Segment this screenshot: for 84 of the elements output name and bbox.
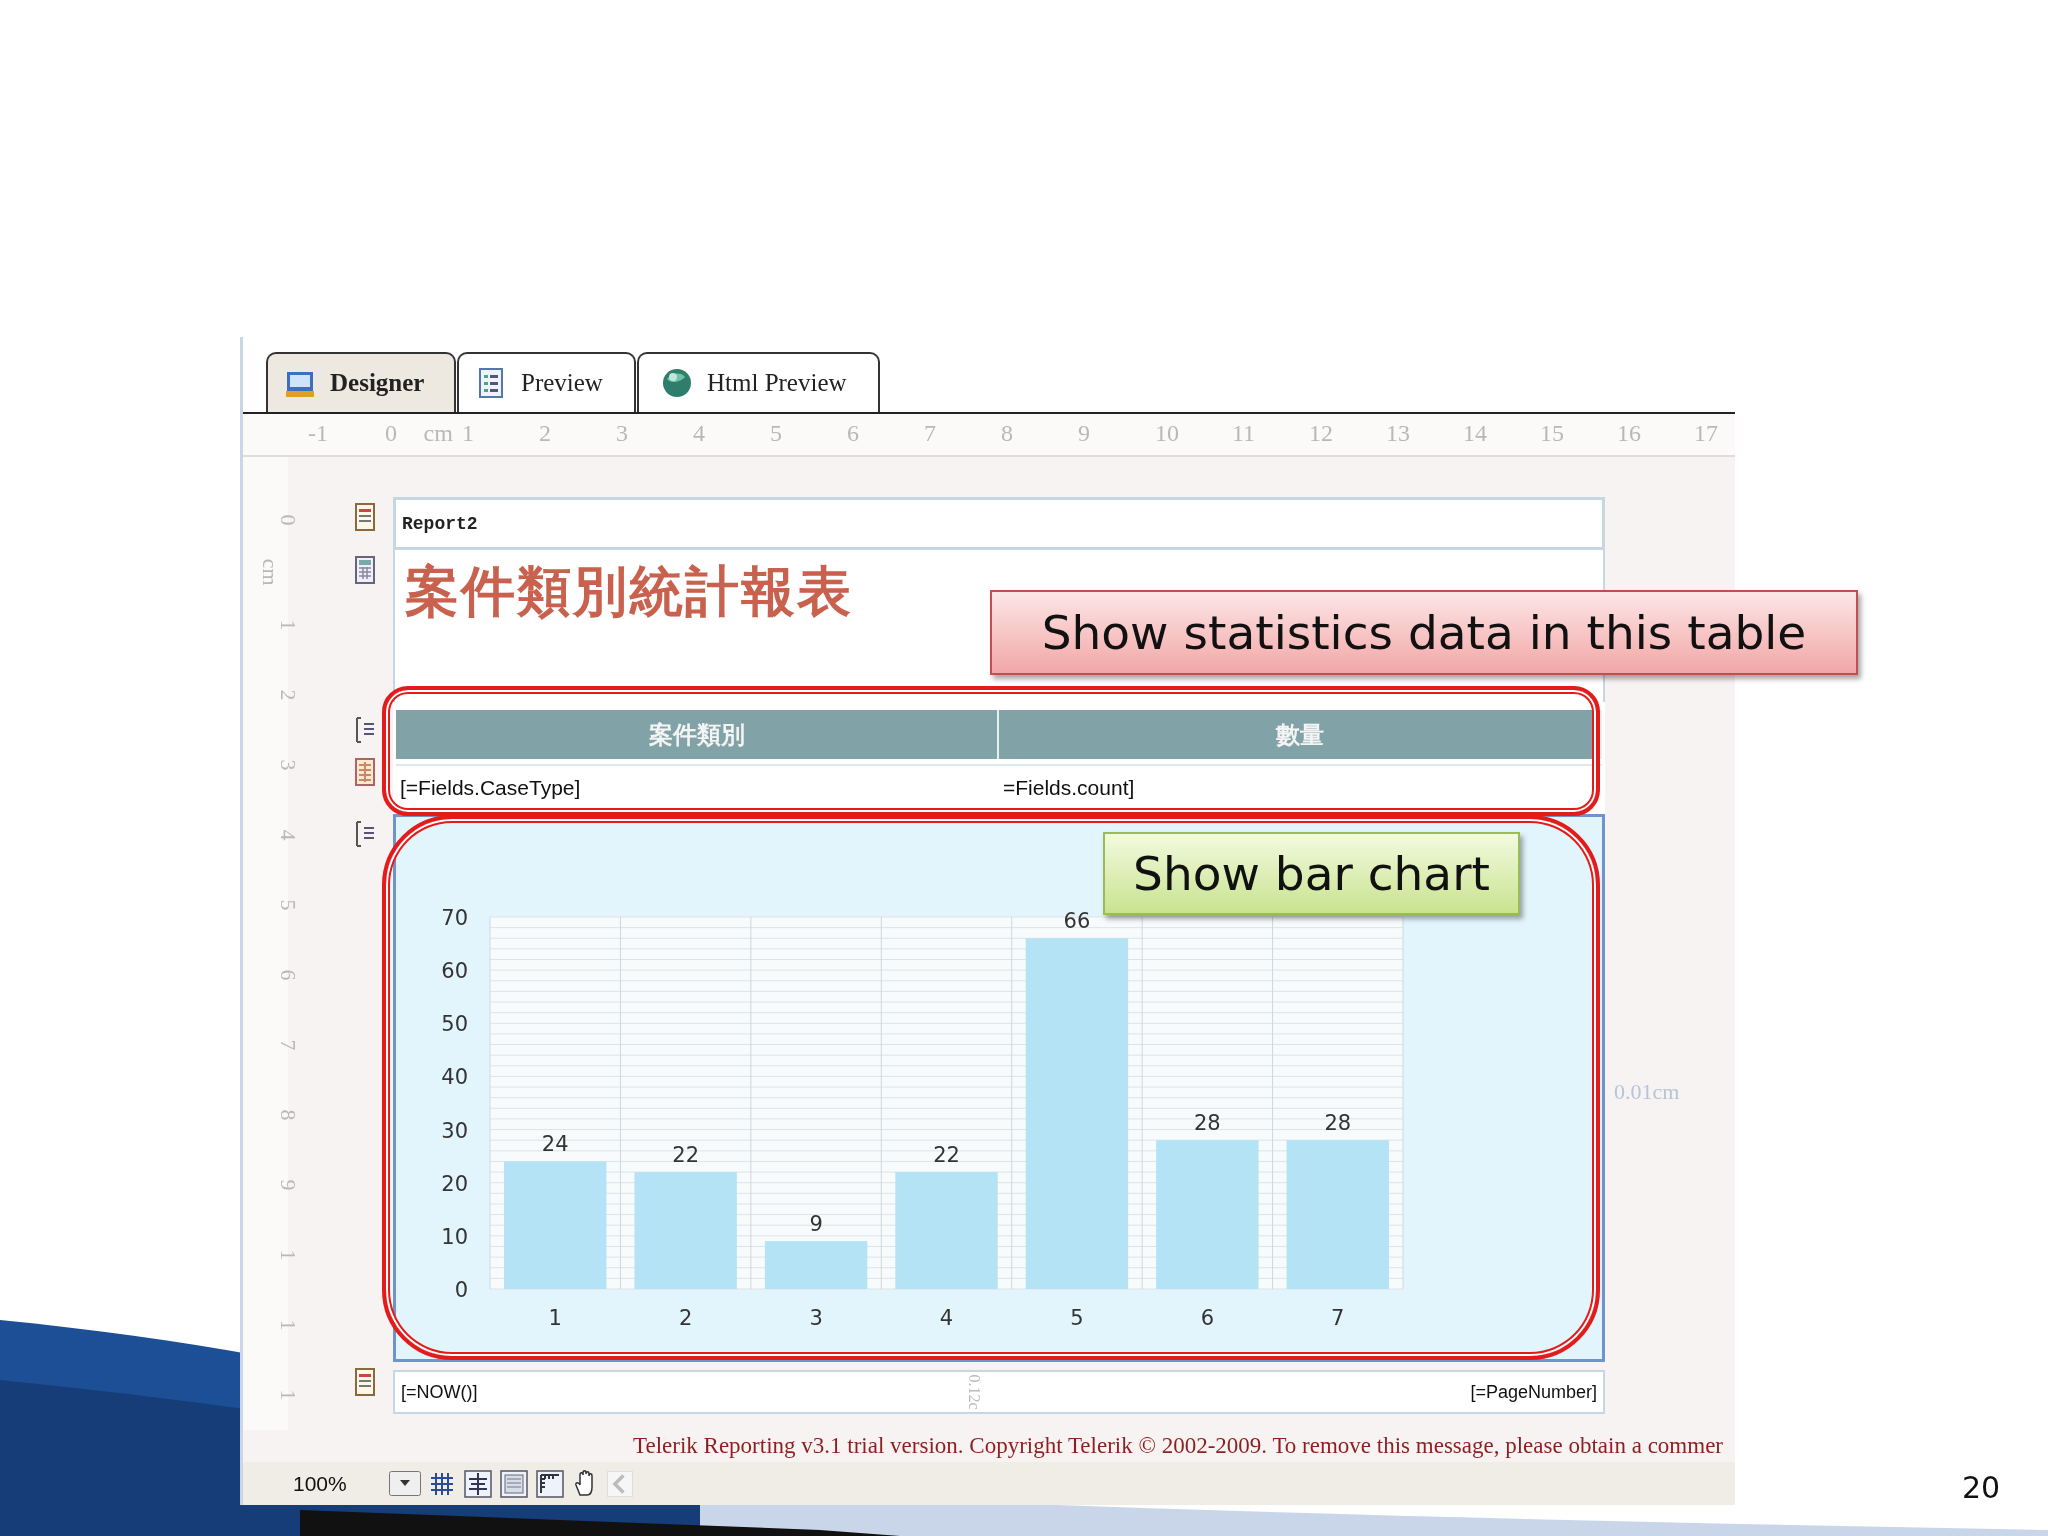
ruler-label: 8 bbox=[274, 1109, 301, 1121]
axis-tick-label: 6 bbox=[1200, 1306, 1215, 1330]
axis-tick-label: 1 bbox=[548, 1306, 562, 1330]
ruler-label: 1 bbox=[462, 419, 475, 448]
ruler-label: 9 bbox=[1078, 419, 1091, 448]
axis-tick-label: 5 bbox=[1070, 1306, 1084, 1330]
globe-icon bbox=[661, 367, 693, 399]
data-label: 22 bbox=[933, 1143, 960, 1168]
ruler-label: 6 bbox=[847, 419, 860, 448]
ruler-label: 11 bbox=[1232, 419, 1257, 448]
column-header: 案件類別 bbox=[396, 710, 999, 759]
ruler-label: 17 bbox=[1694, 419, 1719, 448]
ruler-label: 5 bbox=[770, 419, 783, 448]
ruler-label: 13 bbox=[1386, 419, 1411, 448]
data-label: 9 bbox=[809, 1212, 823, 1237]
axis-tick-label: 20 bbox=[441, 1171, 468, 1196]
ruler-label: 10 bbox=[1155, 419, 1180, 448]
table-cell: [=Fields.CaseType] bbox=[396, 764, 999, 810]
list-icon bbox=[353, 716, 377, 744]
axis-tick-label: 4 bbox=[939, 1306, 954, 1330]
ruler-label: 7 bbox=[924, 419, 937, 448]
footer-text: [=NOW()] bbox=[401, 1381, 478, 1403]
size-label: 0.12c bbox=[964, 1374, 983, 1410]
snap-icon[interactable] bbox=[463, 1468, 493, 1499]
ruler-label: 16 bbox=[1617, 419, 1642, 448]
ruler-label: 8 bbox=[1001, 419, 1014, 448]
page-icon bbox=[353, 1368, 377, 1396]
ruler-label: 5 bbox=[274, 899, 301, 911]
axis-tick-label: 30 bbox=[441, 1118, 468, 1143]
column-header: 數量 bbox=[999, 710, 1602, 759]
axis-tick-label: 0 bbox=[454, 1278, 468, 1302]
ruler-icon[interactable] bbox=[535, 1468, 565, 1499]
calculator-icon bbox=[353, 556, 377, 584]
ruler-label: 2 bbox=[274, 689, 301, 701]
size-label: 0.01cm bbox=[1614, 1079, 1680, 1105]
data-label: 22 bbox=[672, 1143, 699, 1168]
page-header-text: Report2 bbox=[402, 513, 478, 534]
axis-tick-label: 60 bbox=[441, 959, 468, 984]
ruler-label: cm bbox=[256, 558, 283, 586]
page-icon bbox=[353, 503, 377, 531]
page-number: 20 bbox=[1962, 1470, 2001, 1505]
ruler-label: 9 bbox=[274, 1179, 301, 1191]
tab[interactable]: Designer bbox=[266, 352, 456, 412]
axis-tick-label: 70 bbox=[441, 906, 468, 930]
list-icon bbox=[353, 820, 377, 848]
ruler-label: 4 bbox=[274, 829, 301, 841]
callout-label: Show statistics data in this table bbox=[990, 590, 1858, 675]
report-title: 案件類別統計報表 bbox=[405, 559, 854, 625]
ruler-label: 3 bbox=[616, 419, 629, 448]
ruler-label: 6 bbox=[274, 969, 301, 981]
ruler-label: 12 bbox=[1309, 419, 1334, 448]
ruler-label: 7 bbox=[274, 1039, 301, 1051]
ruler-label: 1 bbox=[274, 1319, 301, 1331]
ruler-label: 4 bbox=[693, 419, 706, 448]
ruler-label: -1 bbox=[308, 419, 329, 448]
axis-tick-label: 50 bbox=[441, 1012, 468, 1037]
data-label: 28 bbox=[1324, 1111, 1352, 1136]
ruler-label: 1 bbox=[274, 1249, 301, 1261]
axis-tick-label: 40 bbox=[441, 1065, 468, 1090]
ruler-label: 1 bbox=[274, 619, 301, 631]
data-label: 28 bbox=[1194, 1111, 1221, 1136]
callout-label: Show bar chart bbox=[1103, 832, 1520, 915]
axis-tick-label: 3 bbox=[809, 1306, 823, 1330]
data-label: 66 bbox=[1063, 909, 1091, 934]
data-label: 24 bbox=[541, 1132, 569, 1157]
panel-icon[interactable] bbox=[499, 1468, 529, 1499]
tab[interactable]: Preview bbox=[457, 352, 636, 412]
footer-text: [=PageNumber] bbox=[1470, 1381, 1597, 1403]
tab[interactable]: Html Preview bbox=[637, 352, 880, 412]
ruler-label: cm bbox=[423, 419, 454, 448]
trial-message: Telerik Reporting v3.1 trial version. Copyright Telerik © 2002-2009. To remove this message, please obtain a commer bbox=[633, 1433, 1723, 1459]
axis-tick-label: 7 bbox=[1331, 1306, 1345, 1330]
ruler-label: 15 bbox=[1540, 419, 1565, 448]
ruler-label: 3 bbox=[274, 759, 301, 771]
axis-tick-label: 10 bbox=[441, 1224, 468, 1249]
ruler-label: 0 bbox=[385, 419, 398, 448]
ruler-label: 2 bbox=[539, 419, 552, 448]
ruler-label: 0 bbox=[274, 514, 301, 526]
ruler-label: 14 bbox=[1463, 419, 1488, 448]
zoom-field[interactable]: 100% bbox=[293, 1471, 383, 1496]
table-icon bbox=[353, 758, 377, 786]
ruler-label: 1 bbox=[274, 1389, 301, 1401]
table-cell: =Fields.count] bbox=[999, 764, 1602, 810]
axis-tick-label: 2 bbox=[678, 1306, 693, 1330]
